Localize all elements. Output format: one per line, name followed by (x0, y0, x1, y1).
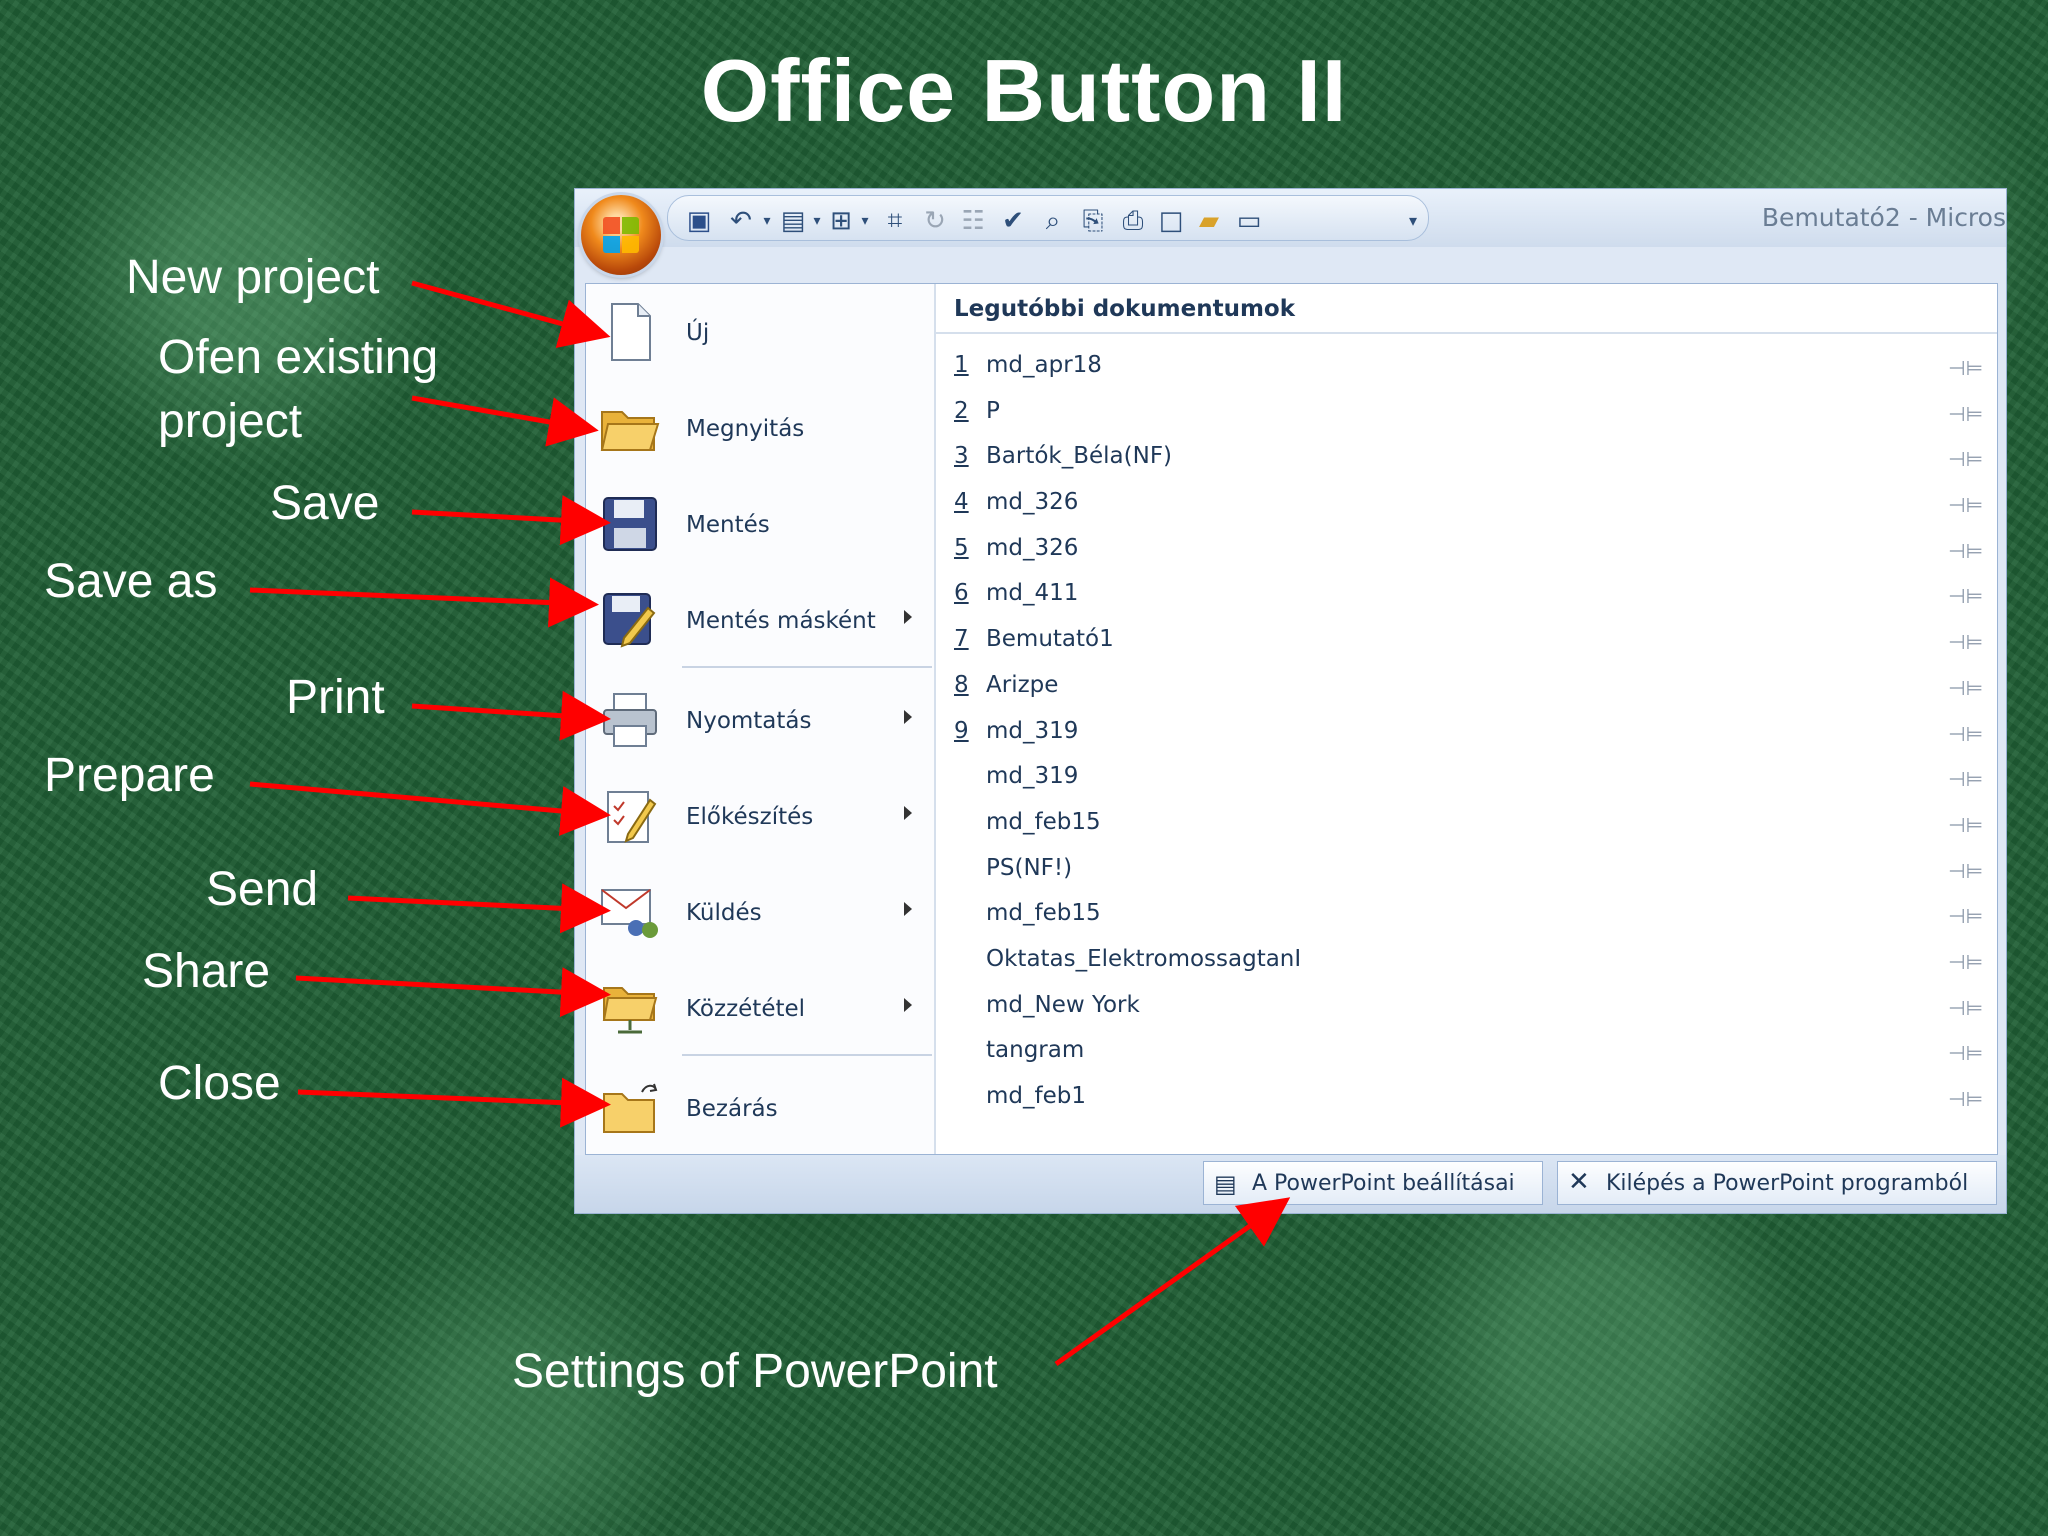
arrow-close (297, 1077, 611, 1128)
arrow-share (295, 967, 611, 1018)
arrow-save-as (249, 577, 599, 628)
arrow-prepare (249, 781, 611, 836)
arrow-print (411, 690, 611, 741)
arrow-send (347, 883, 611, 934)
annotation-arrows (249, 280, 1291, 1367)
arrow-open (411, 395, 599, 447)
arrow-save (411, 495, 611, 546)
arrow-new-project (411, 280, 611, 348)
arrow-settings (1054, 1197, 1291, 1367)
